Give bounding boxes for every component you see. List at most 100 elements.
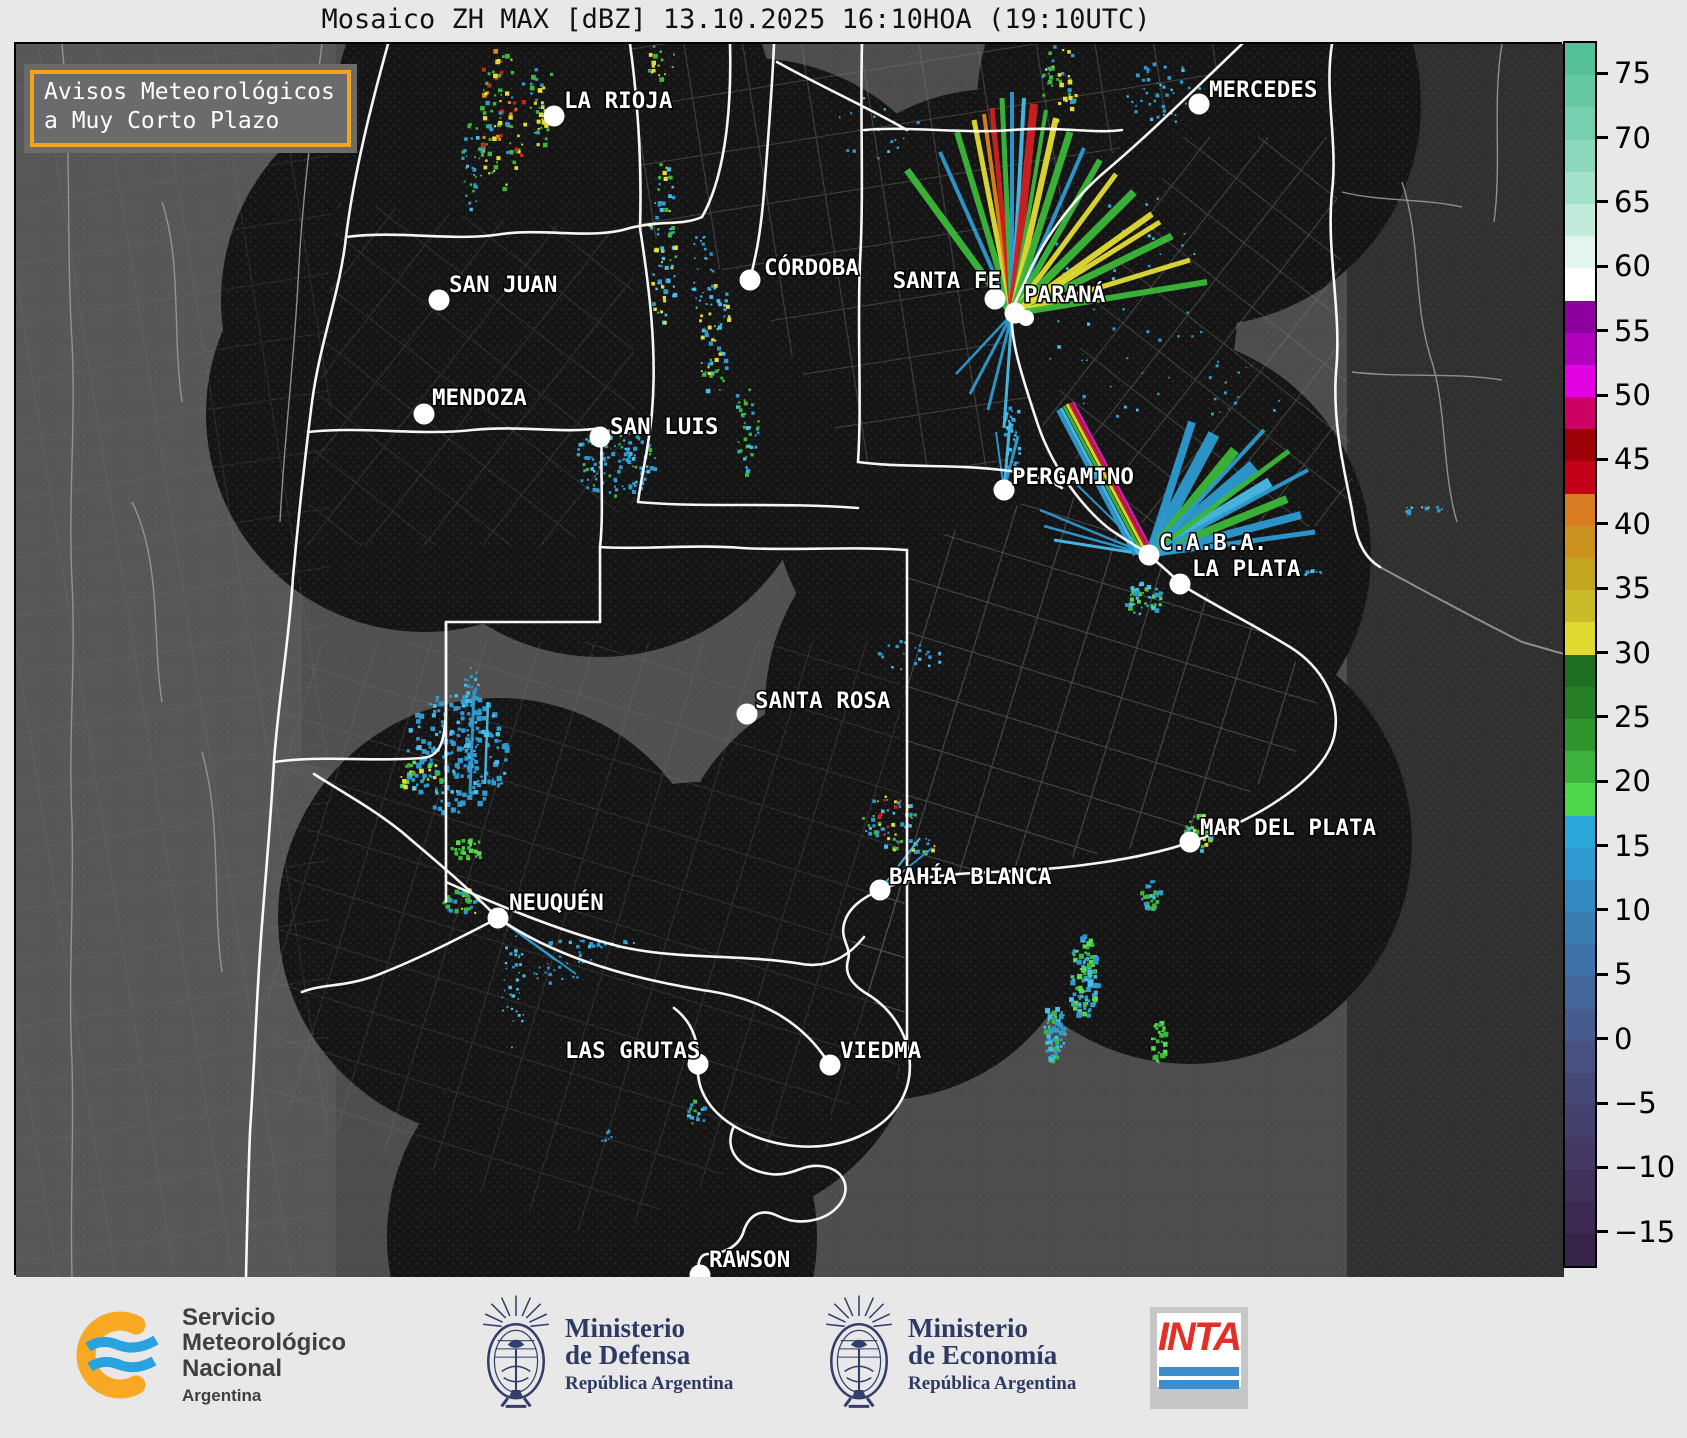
warnings-line-2: a Muy Corto Plazo	[44, 108, 280, 135]
smn-line-2: Meteorológico	[182, 1329, 347, 1357]
colorbar-segment	[1565, 751, 1595, 784]
colorbar-segment	[1565, 976, 1595, 1009]
smn-line-1: Servicio	[182, 1304, 276, 1331]
smn-logo	[76, 1311, 159, 1399]
colorbar-segment	[1565, 203, 1595, 237]
colorbar-tick	[1595, 1230, 1608, 1234]
colorbar-tick	[1595, 522, 1608, 526]
colorbar-segment	[1565, 429, 1595, 462]
city-marker	[1138, 544, 1160, 566]
colorbar-tick-label: 25	[1614, 699, 1651, 734]
city-label: PARANÁ	[1024, 280, 1106, 308]
smn-logo-wave-2	[87, 1356, 157, 1373]
colorbar-tick	[1595, 779, 1608, 783]
city-label: PERGAMINO	[1012, 464, 1134, 490]
colorbar-tick	[1595, 651, 1608, 654]
city-marker	[819, 1054, 841, 1076]
city-marker	[487, 907, 509, 929]
colorbar-segment	[1565, 558, 1595, 591]
colorbar-tick	[1595, 586, 1608, 590]
colorbar-segment	[1565, 1008, 1595, 1041]
colorbar-tick-label: 10	[1614, 892, 1651, 927]
colorbar-segment	[1565, 300, 1595, 333]
inta-logo: INTA	[1150, 1307, 1248, 1409]
colorbar-tick-label: 20	[1614, 764, 1651, 799]
colorbar-tick	[1595, 1101, 1608, 1105]
warnings-box-frame: Avisos Meteorológicos a Muy Corto Plazo	[30, 70, 351, 147]
colorbar-segment	[1565, 397, 1595, 430]
city-label: SAN JUAN	[449, 272, 557, 298]
colorbar-tick	[1595, 972, 1608, 976]
colorbar-segment	[1565, 75, 1595, 108]
colorbar-segment	[1565, 847, 1595, 880]
city-label: LAS GRUTAS	[565, 1038, 700, 1064]
inta-wordmark: INTA	[1157, 1315, 1242, 1359]
colorbar-segment	[1565, 139, 1595, 172]
colorbar-tick	[1595, 136, 1608, 140]
colorbar-segment	[1565, 1201, 1595, 1234]
colorbar-tick-label: 75	[1614, 56, 1651, 91]
colorbar-tick-label: 15	[1614, 828, 1651, 863]
defensa-coat-of-arms	[477, 1291, 555, 1415]
colorbar-segment	[1565, 268, 1595, 301]
city-label: LA PLATA	[1192, 556, 1301, 582]
smn-logo-wave-1	[85, 1335, 159, 1353]
colorbar-segment	[1565, 332, 1595, 365]
colorbar-segment	[1565, 718, 1595, 752]
defensa-line-2: de Defensa	[565, 1340, 691, 1370]
inta-bar-1	[1159, 1367, 1239, 1376]
city-label: MAR DEL PLATA	[1200, 815, 1377, 841]
colorbar-segment	[1565, 493, 1595, 526]
city-label: CÓRDOBA	[764, 253, 859, 281]
colorbar-segment	[1565, 686, 1595, 719]
colorbar-tick	[1595, 200, 1608, 204]
colorbar-tick-label: −15	[1614, 1214, 1676, 1249]
colorbar-segment	[1565, 461, 1595, 494]
colorbar-tick-label: 50	[1614, 378, 1651, 413]
colorbar-tick-label: 45	[1614, 442, 1651, 477]
city-label: LA RIOJA	[564, 88, 673, 114]
colorbar-segment	[1565, 107, 1595, 140]
colorbar-segment	[1565, 590, 1595, 623]
smn-logo-ring	[76, 1311, 146, 1399]
colorbar-segment	[1565, 43, 1595, 76]
smn-line-3: Nacional	[182, 1354, 283, 1382]
colorbar-segment	[1565, 1040, 1595, 1073]
colorbar-segment	[1565, 654, 1595, 687]
colorbar-tick-label: 60	[1614, 249, 1651, 284]
dbz-colorbar-ticks: 75 70 65 60 55 50 45 40 35 30 25 20 15 10 5 0 −5 −10 −15	[1595, 41, 1685, 1264]
colorbar-tick-label: 0	[1614, 1021, 1633, 1056]
city-marker	[1018, 310, 1034, 326]
radar-product-page: Mosaico ZH MAX [dBZ] 13.10.2025 16:10HOA…	[0, 0, 1687, 1438]
colorbar-segment	[1565, 879, 1595, 913]
city-marker	[543, 105, 565, 127]
economia-wordmark: Ministerio de Economía República Argenti…	[908, 1315, 1076, 1395]
inta-bar-2	[1159, 1380, 1239, 1389]
colorbar-tick	[1595, 393, 1608, 397]
colorbar-tick	[1595, 844, 1608, 848]
city-label: RAWSON	[709, 1247, 790, 1273]
colorbar-tick	[1595, 71, 1608, 75]
city-marker	[1188, 93, 1210, 115]
colorbar-segment	[1565, 236, 1595, 269]
defensa-line-1: Ministerio	[565, 1313, 685, 1343]
colorbar-segment	[1565, 1137, 1595, 1170]
economia-line-1: Ministerio	[908, 1313, 1028, 1343]
colorbar-tick	[1595, 1037, 1608, 1041]
colorbar-tick-label: 55	[1614, 313, 1651, 348]
colorbar-tick-label: −10	[1614, 1150, 1676, 1185]
colorbar-segment	[1565, 1073, 1595, 1106]
colorbar-segment	[1565, 622, 1595, 655]
colorbar-tick-label: 65	[1614, 184, 1651, 219]
warnings-line-1: Avisos Meteorológicos	[44, 79, 335, 105]
colorbar-segment	[1565, 912, 1595, 945]
colorbar-segment	[1565, 1233, 1595, 1267]
footer-logos: Servicio Meteorológico Nacional Argentin…	[0, 1277, 1687, 1438]
colorbar-tick	[1595, 264, 1608, 268]
colorbar-segment	[1565, 944, 1595, 977]
colorbar-segment	[1565, 525, 1595, 558]
defensa-line-3: República Argentina	[565, 1373, 734, 1394]
smn-wordmark: Servicio Meteorológico Nacional Argentin…	[182, 1305, 346, 1406]
colorbar-tick-label: 35	[1614, 571, 1651, 606]
colorbar-segment	[1565, 1105, 1595, 1138]
